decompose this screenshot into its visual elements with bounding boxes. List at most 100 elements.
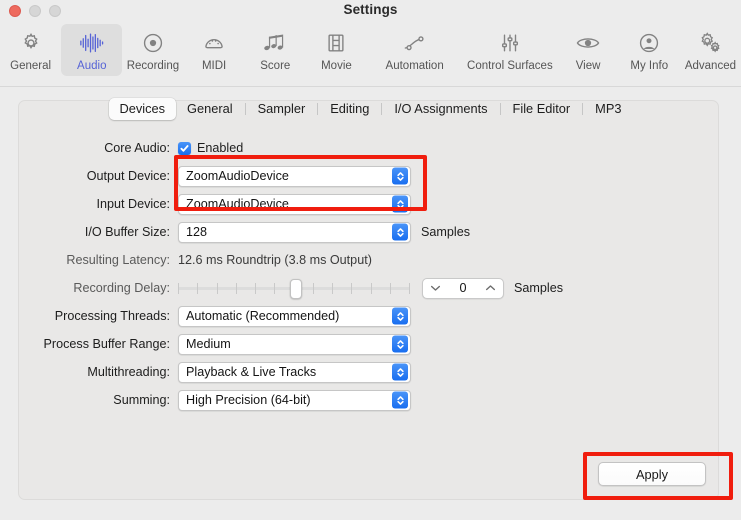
tab-divider	[582, 102, 584, 115]
toolbar-item-label: My Info	[630, 60, 669, 72]
row-input-device: Input Device: ZoomAudioDevice	[18, 190, 719, 218]
tab-sampler[interactable]: Sampler	[247, 98, 317, 120]
process-buffer-range-value: Medium	[186, 337, 231, 351]
recording-delay-slider[interactable]	[178, 278, 410, 299]
multithreading-select[interactable]: Playback & Live Tracks	[178, 361, 411, 383]
core-audio-checkbox[interactable]: Enabled	[178, 141, 243, 155]
faders-icon	[499, 28, 521, 58]
output-device-label: Output Device:	[86, 169, 170, 183]
recording-delay-stepper[interactable]: 0	[422, 277, 504, 299]
core-audio-label: Core Audio:	[104, 141, 170, 155]
io-buffer-size-select[interactable]: 128	[178, 221, 411, 243]
recording-delay-unit: Samples	[514, 281, 563, 295]
midi-connector-icon	[203, 28, 225, 58]
summing-select[interactable]: High Precision (64-bit)	[178, 389, 411, 411]
chevron-up-down-icon	[392, 223, 408, 241]
toolbar-item-label: Score	[260, 60, 291, 72]
automation-curve-icon	[402, 28, 428, 58]
input-device-value: ZoomAudioDevice	[186, 197, 289, 211]
io-buffer-size-value: 128	[186, 225, 208, 239]
row-processing-threads: Processing Threads: Automatic (Recommend…	[18, 302, 719, 330]
resulting-latency-label: Resulting Latency:	[66, 253, 170, 267]
double-gear-icon	[698, 28, 722, 58]
toolbar-item-my-info[interactable]: My Info	[619, 24, 680, 76]
tab-divider	[499, 102, 501, 115]
chevron-up-icon[interactable]	[485, 284, 496, 292]
waveform-icon	[79, 28, 105, 58]
core-audio-checkbox-label: Enabled	[197, 141, 244, 155]
window-title: Settings	[343, 2, 398, 17]
settings-tab-bar: Devices General Sampler Editing I/O Assi…	[0, 96, 741, 121]
settings-window: Settings General Audio Recording MIDI Sc…	[0, 0, 741, 520]
row-resulting-latency: Resulting Latency: 12.6 ms Roundtrip (3.…	[18, 246, 719, 274]
tab-divider	[381, 102, 383, 115]
toolbar-divider	[0, 86, 741, 87]
processing-threads-value: Automatic (Recommended)	[186, 309, 340, 323]
devices-form: Core Audio: Enabled Output Device: ZoomA…	[18, 134, 719, 414]
row-output-device: Output Device: ZoomAudioDevice	[18, 162, 719, 190]
person-circle-icon	[638, 28, 660, 58]
row-recording-delay: Recording Delay: 0 Samples	[18, 274, 719, 302]
process-buffer-range-select[interactable]: Medium	[178, 333, 411, 355]
toolbar-item-label: Recording	[126, 60, 180, 72]
toolbar-item-general[interactable]: General	[0, 24, 61, 76]
toolbar-item-automation[interactable]: Automation	[367, 24, 462, 76]
row-multithreading: Multithreading: Playback & Live Tracks	[18, 358, 719, 386]
input-device-select[interactable]: ZoomAudioDevice	[178, 193, 411, 215]
toolbar-item-midi[interactable]: MIDI	[184, 24, 245, 76]
toolbar-item-label: MIDI	[201, 60, 227, 72]
toolbar-item-movie[interactable]: Movie	[306, 24, 367, 76]
toolbar-item-label: Automation	[385, 60, 444, 72]
output-device-select[interactable]: ZoomAudioDevice	[178, 165, 411, 187]
processing-threads-select[interactable]: Automatic (Recommended)	[178, 305, 411, 327]
tab-file-editor[interactable]: File Editor	[502, 98, 582, 120]
gear-icon	[20, 28, 42, 58]
resulting-latency-value: 12.6 ms Roundtrip (3.8 ms Output)	[178, 253, 372, 267]
toolbar-item-audio[interactable]: Audio	[61, 24, 123, 76]
output-device-value: ZoomAudioDevice	[186, 169, 289, 183]
checkmark-icon	[178, 141, 191, 155]
multithreading-value: Playback & Live Tracks	[186, 365, 317, 379]
tab-devices[interactable]: Devices	[108, 97, 177, 120]
film-strip-icon	[325, 28, 347, 58]
apply-button[interactable]: Apply	[598, 462, 706, 486]
tab-editing[interactable]: Editing	[319, 98, 380, 120]
row-summing: Summing: High Precision (64-bit)	[18, 386, 719, 414]
tab-io-assignments[interactable]: I/O Assignments	[383, 98, 498, 120]
multithreading-label: Multithreading:	[87, 365, 170, 379]
tab-divider	[244, 102, 246, 115]
tab-general[interactable]: General	[176, 98, 244, 120]
music-notes-icon	[263, 28, 287, 58]
toolbar-item-view[interactable]: View	[558, 24, 619, 76]
chevron-up-down-icon	[392, 195, 408, 213]
processing-threads-label: Processing Threads:	[54, 309, 170, 323]
input-device-label: Input Device:	[96, 197, 170, 211]
toolbar-item-control-surfaces[interactable]: Control Surfaces	[462, 24, 557, 76]
toolbar-item-label: Advanced	[684, 60, 736, 72]
chevron-up-down-icon	[392, 307, 408, 325]
chevron-down-icon[interactable]	[430, 284, 441, 292]
toolbar-item-label: Control Surfaces	[467, 60, 553, 72]
toolbar-item-recording[interactable]: Recording	[122, 24, 183, 76]
toolbar-item-advanced[interactable]: Advanced	[680, 24, 741, 76]
toolbar-item-score[interactable]: Score	[245, 24, 306, 76]
row-io-buffer-size: I/O Buffer Size: 128 Samples	[18, 218, 719, 246]
eye-icon	[576, 28, 600, 58]
row-core-audio: Core Audio: Enabled	[18, 134, 719, 162]
slider-thumb[interactable]	[290, 279, 302, 299]
chevron-up-down-icon	[392, 335, 408, 353]
toolbar-item-label: Movie	[321, 60, 352, 72]
process-buffer-range-label: Process Buffer Range:	[43, 337, 170, 351]
recording-delay-label: Recording Delay:	[73, 281, 170, 295]
tab-divider	[317, 102, 319, 115]
toolbar-item-label: General	[10, 60, 52, 72]
chevron-up-down-icon	[392, 363, 408, 381]
record-circle-icon	[142, 28, 164, 58]
tab-mp3[interactable]: MP3	[584, 98, 632, 120]
title-bar: Settings	[0, 0, 741, 26]
summing-value: High Precision (64-bit)	[186, 393, 311, 407]
preferences-toolbar: General Audio Recording MIDI Score Movie…	[0, 24, 741, 86]
row-process-buffer-range: Process Buffer Range: Medium	[18, 330, 719, 358]
io-buffer-size-unit: Samples	[421, 225, 470, 239]
summing-label: Summing:	[113, 393, 170, 407]
